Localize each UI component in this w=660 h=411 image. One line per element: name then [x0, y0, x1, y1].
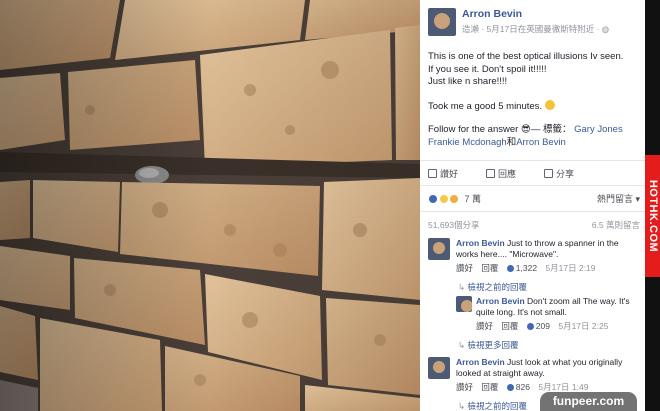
post-line-3: Just like n share!!!! [428, 76, 508, 87]
share-count[interactable]: 51,693個分享 [428, 220, 480, 230]
thumbs-up-icon [506, 265, 514, 272]
share-icon [544, 168, 554, 178]
comment-reply-link[interactable]: 回覆 [481, 263, 498, 273]
post-header: Arron Bevin 造瀨 · 5月17日在英國曼徹斯特附近 · ◍ [428, 6, 643, 40]
like-reaction-icon [428, 194, 438, 204]
brick-wall-image [0, 0, 420, 411]
divider [420, 160, 645, 161]
thumbs-up-icon [526, 323, 534, 330]
view-previous-replies-link[interactable]: 檢視之前的回覆 [458, 400, 527, 411]
funpeer-watermark: funpeer.com [540, 392, 637, 411]
reaction-count: 7 萬 [464, 194, 482, 204]
share-button[interactable]: 分享 [544, 166, 574, 180]
post-paragraph-1: This is one of the best optical illusion… [428, 51, 640, 89]
commenter-name[interactable]: Arron Bevin [456, 357, 505, 367]
comment-like-count-value: 209 [535, 321, 550, 331]
post-body: This is one of the best optical illusion… [428, 51, 640, 160]
comment-2: Arron Bevin Don't zoom all The way. It's… [456, 296, 642, 336]
tag-link-frankie[interactable]: Frankie Mcdonagh [428, 137, 507, 148]
comment-actions: 讚好 回覆 1,322 5月17日 2:19 [456, 263, 642, 274]
smile-emoji-icon [544, 99, 555, 110]
hothk-watermark: HOTHK.COM [645, 155, 660, 277]
commenter-name[interactable]: Arron Bevin [476, 296, 525, 306]
tag-link-arron[interactable]: Arron Bevin [516, 137, 566, 148]
comment-label: 回應 [498, 168, 517, 179]
comment-body: Arron Bevin Just look at what you origin… [456, 357, 642, 393]
divider [420, 211, 645, 212]
comment-count[interactable]: 6.5 萬則留言 [592, 219, 640, 231]
commenter-avatar[interactable] [456, 296, 472, 312]
post-line-2: If you see it. Don't spoil it!!!!! [428, 63, 547, 75]
brick-wall-photo [0, 0, 420, 411]
commenter-avatar[interactable] [428, 238, 450, 260]
post-meta: 造瀨 · 5月17日在英國曼徹斯特附近 · ◍ [462, 23, 609, 35]
comment-time[interactable]: 5月17日 2:19 [545, 263, 595, 273]
commenter-avatar[interactable] [428, 357, 450, 379]
tag-join: 和 [506, 136, 517, 148]
reactions-row[interactable]: 7 萬 熱門留言 ▾ [428, 192, 640, 206]
wow-reaction-icon [449, 194, 460, 204]
comment-like-count: 826 [506, 382, 530, 392]
like-label: 讚好 [440, 168, 459, 179]
post-line-4: Took me a good 5 minutes. [428, 100, 543, 112]
author-avatar[interactable] [428, 8, 456, 36]
post-actions: 讚好 回應 分享 [428, 166, 640, 180]
post-meta-text: 造瀨 · 5月17日在英國曼徹斯特附近 · [462, 24, 602, 34]
comment-button[interactable]: 回應 [486, 166, 516, 180]
tag-link-gary[interactable]: Gary Jones [574, 124, 623, 135]
globe-icon: ◍ [601, 24, 610, 34]
like-button[interactable]: 讚好 [428, 166, 458, 180]
comment-like-link[interactable]: 讚好 [456, 263, 473, 273]
view-previous-replies-link[interactable]: 檢視之前的回覆 [458, 281, 527, 293]
shares-row: 51,693個分享 6.5 萬則留言 [428, 219, 640, 231]
comment-like-link[interactable]: 讚好 [476, 321, 493, 331]
comment-like-count-value: 1,322 [515, 263, 538, 273]
comment-time[interactable]: 5月17日 2:25 [558, 321, 608, 331]
comment-body: Arron Bevin Just to throw a spanner in t… [456, 238, 642, 274]
comment-icon [486, 168, 496, 178]
post-paragraph-2: Took me a good 5 minutes. [428, 99, 640, 114]
comment-reply-link[interactable]: 回覆 [501, 321, 518, 331]
comment-time[interactable]: 5月17日 1:49 [538, 382, 588, 392]
post-follow-text: Follow for the answer 😎— 標籤： [428, 124, 572, 135]
thumbs-up-icon [428, 168, 437, 178]
share-label: 分享 [556, 168, 575, 179]
comment-like-count: 1,322 [506, 263, 538, 273]
comment-like-count-value: 826 [515, 382, 530, 392]
post-line-1: This is one of the best optical illusion… [428, 51, 624, 62]
comment-actions: 讚好 回覆 209 5月17日 2:25 [476, 321, 642, 332]
comment-like-count: 209 [526, 321, 550, 331]
thumbs-up-icon [506, 384, 514, 391]
commenter-name[interactable]: Arron Bevin [456, 238, 505, 248]
comment-like-link[interactable]: 讚好 [456, 382, 473, 392]
comment-reply-link[interactable]: 回覆 [481, 382, 498, 392]
view-more-replies-link[interactable]: 檢視更多回覆 [458, 339, 518, 351]
comment-body: Arron Bevin Don't zoom all The way. It's… [476, 296, 642, 332]
post-paragraph-3: Follow for the answer 😎— 標籤： Gary Jones … [428, 124, 640, 149]
facebook-post-panel: Arron Bevin 造瀨 · 5月17日在英國曼徹斯特附近 · ◍ This… [420, 0, 645, 411]
divider [420, 185, 645, 186]
haha-reaction-icon [438, 194, 449, 204]
hothk-watermark-text: HOTHK.COM [646, 179, 659, 253]
top-comments-dropdown[interactable]: 熱門留言 ▾ [597, 192, 640, 205]
post-author-name[interactable]: Arron Bevin [462, 8, 522, 20]
